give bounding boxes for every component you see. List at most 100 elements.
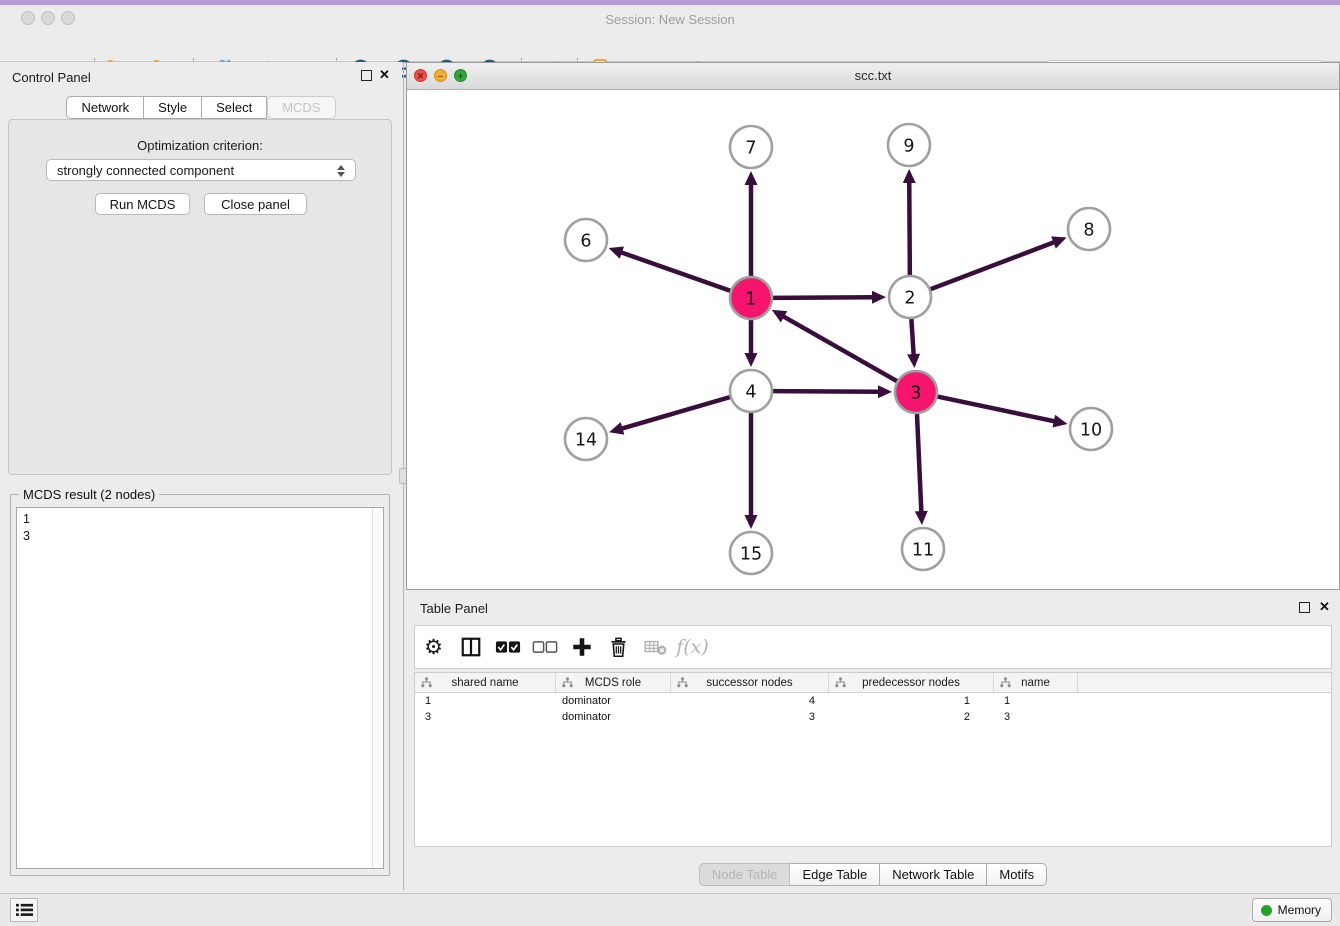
graph-edge-2-8[interactable]	[931, 242, 1056, 289]
tab-node-table[interactable]: Node Table	[699, 863, 791, 886]
control-panel-title: Control Panel	[12, 70, 91, 85]
graph-edge-arrowhead	[745, 353, 758, 367]
network-title: scc.txt	[407, 63, 1339, 89]
graph-edge-arrowhead	[878, 385, 892, 398]
column-header-predecessor-nodes[interactable]: predecessor nodes	[829, 673, 994, 692]
graph-edge-arrowhead	[1051, 236, 1066, 248]
column-header-mcds-role[interactable]: MCDS role	[556, 673, 671, 692]
control-panel-float-icon[interactable]	[361, 70, 372, 81]
table-settings-gear-icon[interactable]: ⚙	[415, 629, 452, 665]
status-bar: Memory	[0, 893, 1340, 926]
graph-node-label-15: 15	[740, 544, 762, 564]
graph-node-label-9: 9	[903, 136, 914, 156]
network-canvas[interactable]: 7968124314101511	[407, 90, 1339, 589]
show-column-selector-icon[interactable]	[452, 629, 489, 665]
table-cell-predecessor-nodes: 1	[829, 693, 994, 709]
run-mcds-button[interactable]: Run MCDS	[95, 193, 190, 215]
memory-label: Memory	[1278, 903, 1321, 917]
graph-node-label-8: 8	[1083, 220, 1094, 240]
table-row[interactable]: 1dominator411	[415, 693, 1331, 709]
graph-edge-1-2[interactable]	[773, 297, 874, 298]
graph-edge-arrowhead	[915, 511, 928, 525]
graph-edge-4-14[interactable]	[621, 397, 730, 429]
deselect-all-rows-icon[interactable]	[526, 629, 563, 665]
tab-network-table[interactable]: Network Table	[880, 863, 987, 886]
control-panel: Control Panel ✕ NetworkStyleSelectMCDS O…	[0, 62, 402, 878]
graph-edge-arrowhead	[903, 169, 916, 183]
graph-node-label-7: 7	[745, 138, 756, 158]
tab-network[interactable]: Network	[66, 96, 144, 119]
memory-status-dot	[1261, 905, 1272, 916]
graph-node-label-2: 2	[904, 288, 915, 308]
table-panel-close-icon[interactable]: ✕	[1319, 599, 1330, 615]
add-column-icon[interactable]	[563, 629, 600, 665]
graph-edge-3-11[interactable]	[917, 414, 921, 513]
table-panel-tabs: Node TableEdge TableNetwork TableMotifs	[406, 863, 1340, 886]
mcds-panel: Optimization criterion: strongly connect…	[8, 119, 392, 475]
table-panel-title: Table Panel	[420, 601, 488, 616]
node-table-body: 1dominator4113dominator323	[415, 693, 1331, 725]
table-cell-predecessor-nodes: 2	[829, 709, 994, 725]
application-window: Session: New Session	[0, 0, 1340, 926]
task-history-list-icon[interactable]	[10, 898, 38, 922]
node-table-header: shared nameMCDS rolesuccessor nodesprede…	[415, 673, 1331, 693]
graph-node-label-14: 14	[575, 430, 597, 450]
select-all-rows-icon[interactable]	[489, 629, 526, 665]
delete-column-trash-icon[interactable]	[600, 629, 637, 665]
select-stepper-icon	[335, 163, 347, 179]
network-window-titlebar: ✕ – + scc.txt	[407, 63, 1339, 90]
graph-edge-4-3[interactable]	[773, 391, 880, 392]
graph-edge-2-9[interactable]	[909, 181, 910, 275]
tab-style[interactable]: Style	[144, 96, 202, 119]
graph-edge-arrowhead	[609, 422, 624, 434]
table-row[interactable]: 3dominator323	[415, 709, 1331, 725]
tab-edge-table[interactable]: Edge Table	[790, 863, 880, 886]
graph-edge-arrowhead	[745, 171, 758, 185]
main-toolbar	[0, 27, 1340, 62]
column-header-shared-name[interactable]: shared name	[415, 673, 556, 692]
graph-node-label-10: 10	[1080, 420, 1102, 440]
table-cell-mcds-role: dominator	[556, 693, 671, 709]
delete-table-icon-disabled	[637, 629, 674, 665]
graph-edge-3-1[interactable]	[782, 316, 897, 381]
table-cell-successor-nodes: 3	[671, 709, 829, 725]
table-cell-successor-nodes: 4	[671, 693, 829, 709]
optimization-criterion-select[interactable]: strongly connected component	[46, 159, 356, 181]
control-panel-tabs: NetworkStyleSelectMCDS	[0, 96, 402, 119]
optimization-criterion-label: Optimization criterion:	[9, 138, 391, 153]
graph-edge-arrowhead	[872, 291, 886, 304]
graph-node-label-6: 6	[580, 231, 591, 251]
column-header-name[interactable]: name	[994, 673, 1078, 692]
graph-edge-arrowhead	[1052, 415, 1067, 428]
optimization-criterion-value: strongly connected component	[57, 163, 234, 178]
graph-edge-2-3[interactable]	[911, 319, 913, 356]
table-panel: Table Panel ✕ ⚙ f(x)	[406, 595, 1340, 890]
tab-motifs[interactable]: Motifs	[987, 863, 1047, 886]
mcds-result-scrollbar[interactable]	[372, 508, 383, 868]
mcds-result-textarea[interactable]: 1 3	[16, 507, 384, 869]
table-cell-name: 1	[994, 693, 1078, 709]
window-titlebar: Session: New Session	[0, 5, 1340, 27]
memory-button[interactable]: Memory	[1252, 898, 1332, 922]
table-cell-name: 3	[994, 709, 1078, 725]
graph-edge-3-10[interactable]	[938, 397, 1056, 422]
tab-select[interactable]: Select	[202, 96, 267, 119]
graph-edge-arrowhead	[907, 354, 920, 368]
control-panel-close-icon[interactable]: ✕	[379, 67, 390, 83]
graph-node-label-11: 11	[912, 540, 934, 560]
network-window: ✕ – + scc.txt 7968124314101511	[406, 62, 1340, 590]
mcds-result-text: 1 3	[17, 508, 371, 868]
mcds-result-title: MCDS result (2 nodes)	[19, 487, 159, 502]
mcds-result-groupbox: MCDS result (2 nodes) 1 3	[10, 494, 390, 876]
graph-node-label-3: 3	[910, 383, 921, 403]
column-header-successor-nodes[interactable]: successor nodes	[671, 673, 829, 692]
table-cell-shared-name: 3	[415, 709, 556, 725]
tab-mcds[interactable]: MCDS	[267, 96, 335, 119]
graph-edge-arrowhead	[745, 515, 758, 529]
function-builder-icon-disabled: f(x)	[674, 629, 711, 665]
graph-edge-arrowhead	[609, 246, 624, 258]
close-panel-button[interactable]: Close panel	[204, 193, 307, 215]
table-panel-float-icon[interactable]	[1299, 602, 1310, 613]
table-cell-shared-name: 1	[415, 693, 556, 709]
graph-edge-1-6[interactable]	[620, 252, 730, 291]
